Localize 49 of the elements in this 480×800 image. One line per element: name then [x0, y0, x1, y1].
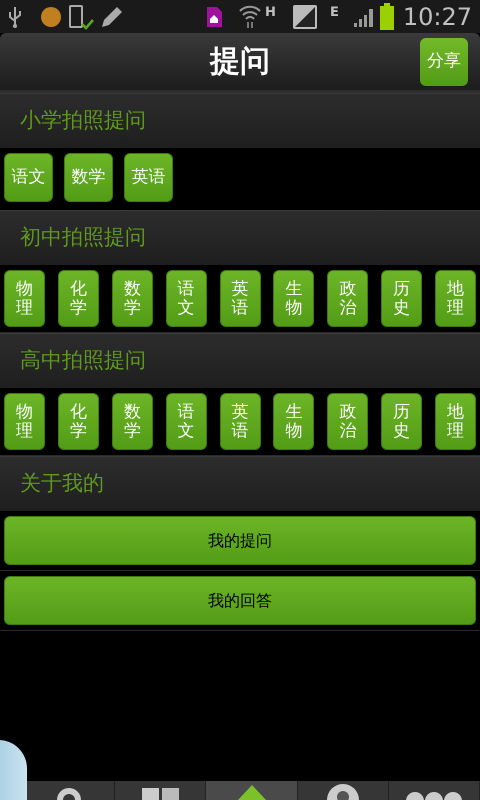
subject-button[interactable]: 历史	[381, 393, 422, 450]
subject-button[interactable]: 数学	[64, 153, 113, 202]
subject-button[interactable]: 政治	[327, 393, 368, 450]
subject-button[interactable]: 英语	[220, 270, 260, 327]
subject-button[interactable]: 生物	[273, 270, 314, 327]
section-title: 高中拍照提问	[20, 347, 146, 374]
usb-icon	[8, 6, 22, 28]
subject-button[interactable]: 地理	[435, 270, 476, 327]
subject-button[interactable]: 物理	[4, 270, 45, 327]
search-icon	[57, 788, 82, 800]
subject-button[interactable]: 化学	[58, 270, 99, 327]
menu-button[interactable]: 我的提问	[4, 516, 476, 565]
wifi-icon	[239, 4, 262, 28]
home-icon	[205, 6, 224, 28]
network-type-label: H	[265, 4, 276, 22]
nav-tab[interactable]	[24, 781, 116, 800]
subject-button[interactable]: 数学	[112, 270, 153, 327]
subject-button[interactable]: 语文	[166, 393, 207, 450]
battery-icon	[378, 2, 395, 30]
network-type-label: E	[330, 4, 339, 22]
subject-button[interactable]: 化学	[58, 393, 99, 450]
section-title: 关于我的	[20, 470, 104, 498]
nav-tab[interactable]	[206, 781, 298, 800]
subject-button[interactable]: 数学	[112, 393, 153, 450]
screen-title: 提问	[210, 43, 270, 81]
grid-icon	[142, 788, 179, 800]
more-icon	[406, 792, 462, 800]
nav-tab[interactable]	[388, 781, 480, 800]
subject-button[interactable]: 政治	[327, 270, 368, 327]
section-title: 初中拍照提问	[20, 224, 146, 252]
subject-button[interactable]: 历史	[381, 270, 422, 327]
subject-button[interactable]: 语文	[4, 153, 53, 202]
subject-button[interactable]: 英语	[220, 393, 260, 450]
pencil-icon	[100, 4, 124, 28]
circle-icon	[40, 6, 62, 28]
share-button[interactable]: 分享	[420, 38, 468, 86]
person-icon	[326, 781, 360, 800]
subject-button[interactable]: 物理	[4, 393, 45, 450]
signal-box-icon	[292, 4, 318, 30]
phone-check-icon	[68, 4, 94, 30]
clock: 10:27	[402, 2, 472, 32]
subject-button[interactable]: 英语	[124, 153, 173, 202]
subject-button[interactable]: 语文	[166, 270, 207, 327]
subject-button[interactable]: 生物	[273, 393, 314, 450]
subject-button[interactable]: 地理	[435, 393, 476, 450]
menu-button[interactable]: 我的回答	[4, 576, 476, 625]
nav-tab[interactable]	[115, 781, 206, 800]
nav-tab[interactable]	[298, 781, 389, 800]
section-title: 小学拍照提问	[20, 107, 146, 134]
